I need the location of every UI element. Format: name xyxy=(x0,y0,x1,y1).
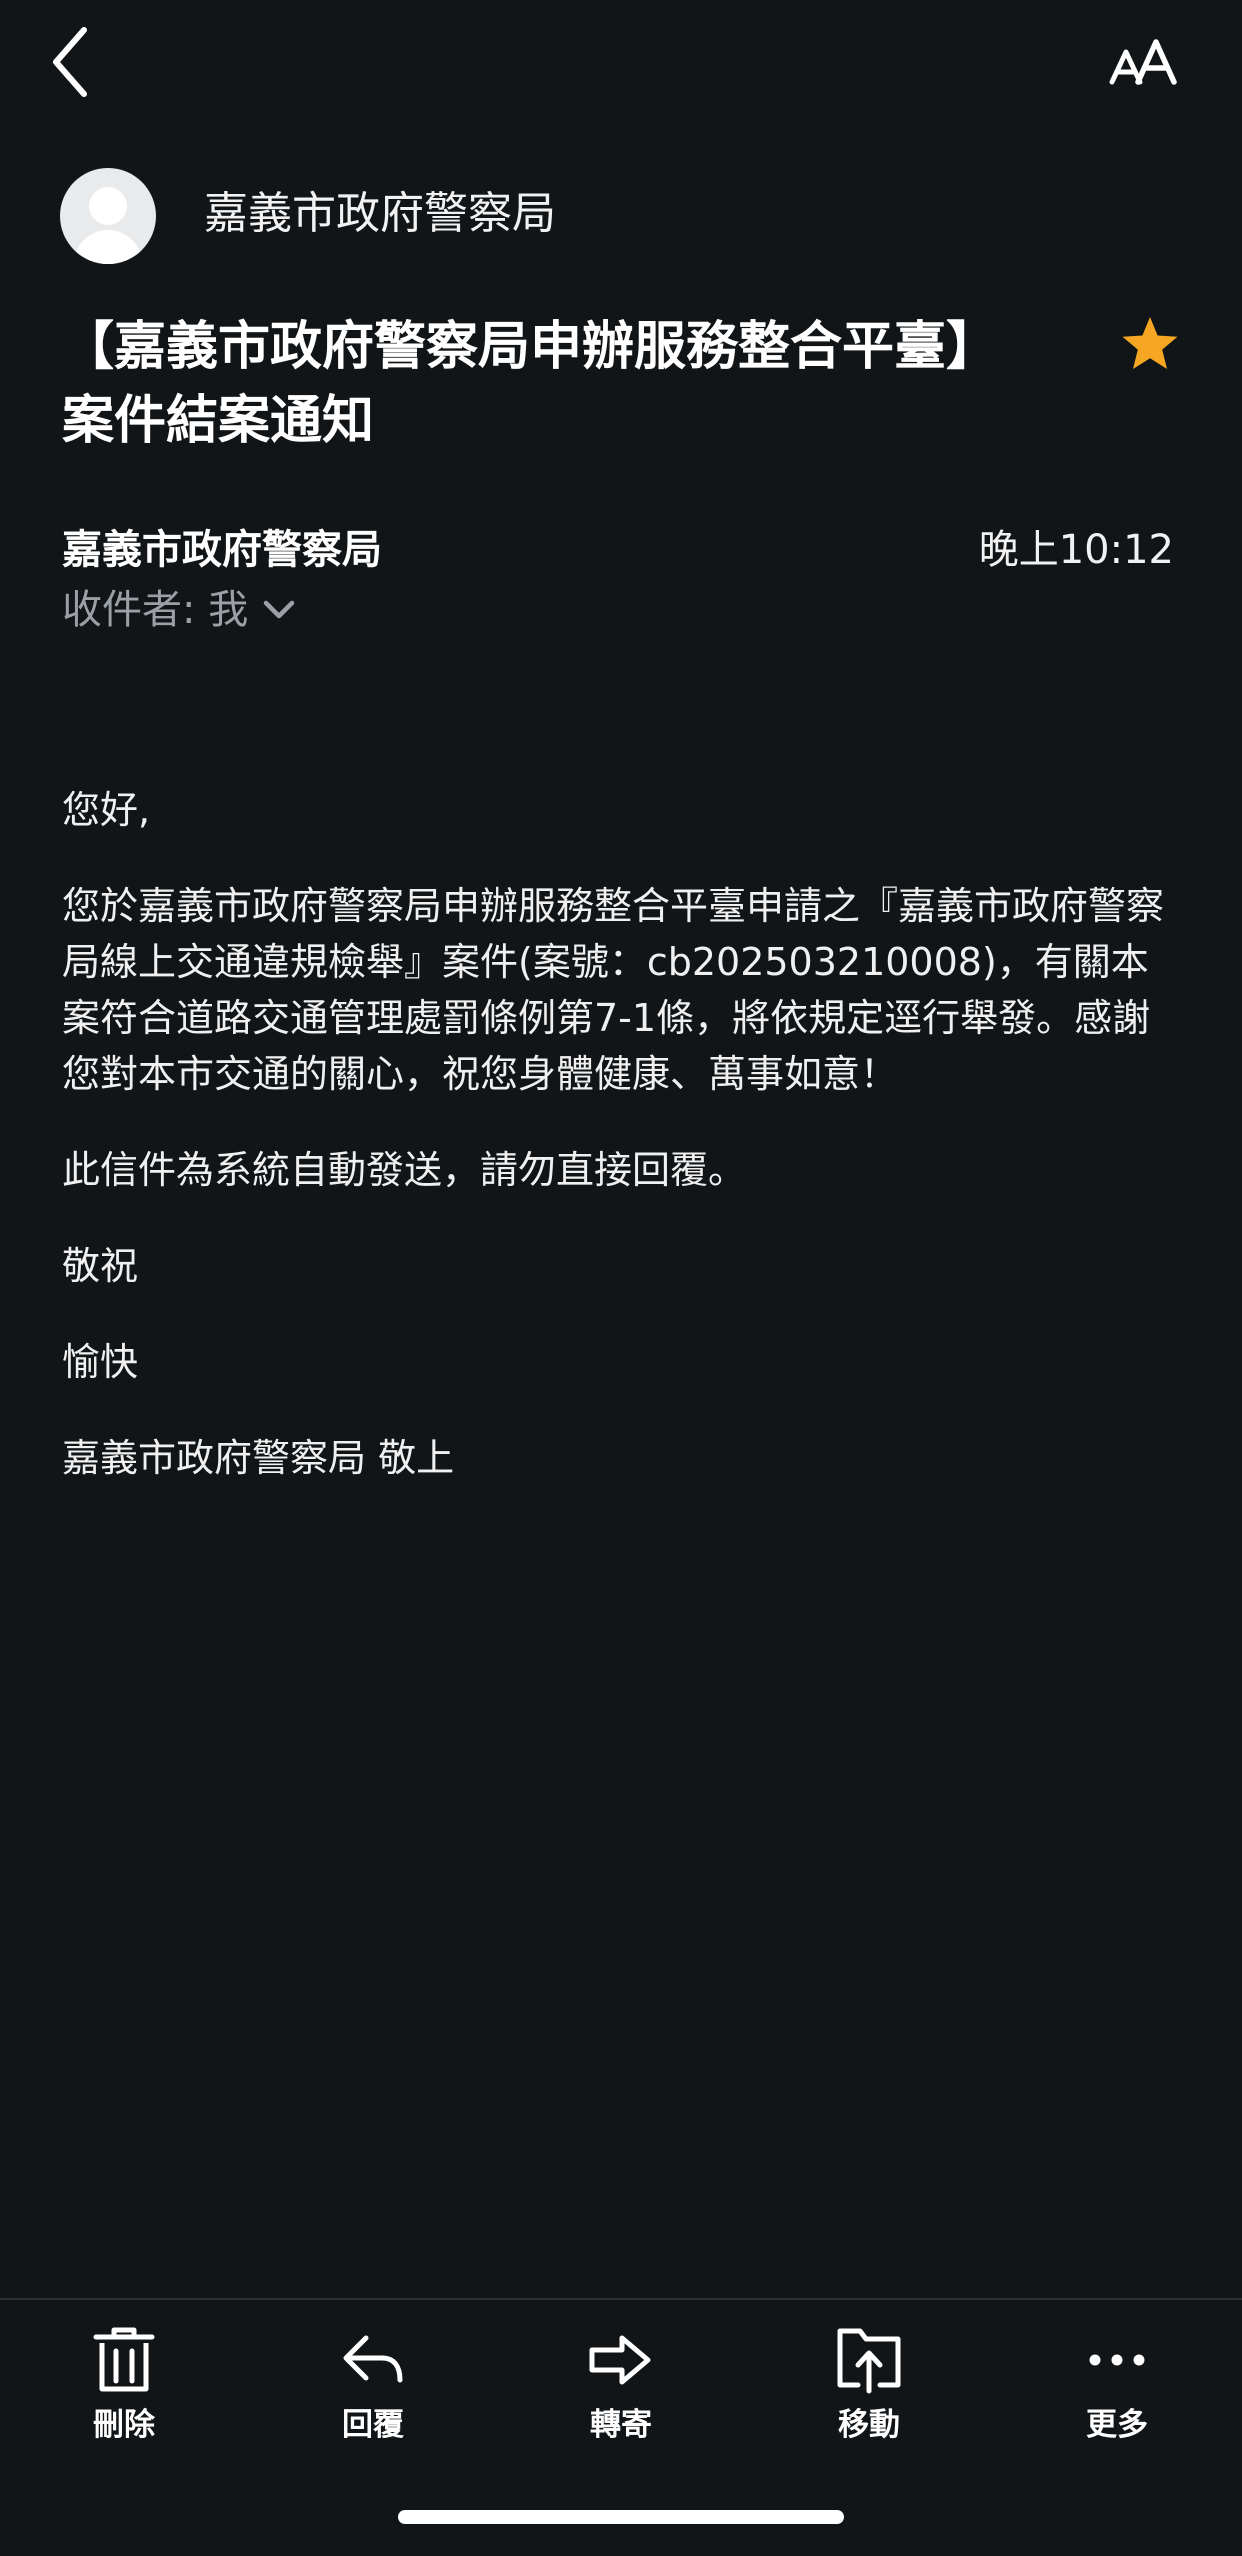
more-icon xyxy=(1089,2354,1145,2366)
chevron-left-icon xyxy=(53,27,87,97)
received-time: 晚上10:12 xyxy=(978,527,1174,573)
delete-label: 刪除 xyxy=(93,2407,155,2443)
body-greeting: 您好, xyxy=(62,788,151,832)
body-closing-2: 愉快 xyxy=(62,1340,139,1384)
person-icon xyxy=(74,187,142,264)
back-button[interactable] xyxy=(40,22,100,102)
move-label: 移動 xyxy=(838,2407,900,2443)
move-folder-icon xyxy=(837,2328,901,2394)
from-name: 嘉義市政府警察局 xyxy=(62,527,382,573)
sender-header-name: 嘉義市政府警察局 xyxy=(204,188,556,239)
body-signature: 嘉義市政府警察局 敬上 xyxy=(62,1436,455,1480)
toolbar-divider xyxy=(0,2298,1242,2300)
forward-icon xyxy=(589,2335,651,2385)
email-body: 您好, 您於嘉義市政府警察局申辦服務整合平臺申請之『嘉義市政府警察局線上交通違規… xyxy=(62,782,1182,1526)
forward-button[interactable]: 轉寄 xyxy=(541,2320,701,2450)
reply-icon xyxy=(343,2335,403,2383)
reply-label: 回覆 xyxy=(342,2407,404,2443)
email-subject: 【嘉義市政府警察局申辦服務整合平臺】 案件結案通知 xyxy=(62,310,1062,458)
body-notice: 此信件為系統自動發送，請勿直接回覆。 xyxy=(62,1148,747,1192)
star-button[interactable] xyxy=(1120,314,1180,374)
reply-button[interactable]: 回覆 xyxy=(293,2320,453,2450)
body-closing-1: 敬祝 xyxy=(62,1244,139,1288)
star-icon xyxy=(1122,317,1178,369)
move-button[interactable]: 移動 xyxy=(789,2320,949,2450)
more-label: 更多 xyxy=(1086,2407,1148,2443)
more-button[interactable]: 更多 xyxy=(1037,2320,1197,2450)
forward-label: 轉寄 xyxy=(590,2407,652,2443)
delete-button[interactable]: 刪除 xyxy=(44,2320,204,2450)
body-paragraph: 您於嘉義市政府警察局申辦服務整合平臺申請之『嘉義市政府警察局線上交通違規檢舉』案… xyxy=(62,884,1165,1096)
text-size-icon xyxy=(1109,39,1177,85)
avatar xyxy=(60,168,156,264)
subject-line-1: 【嘉義市政府警察局申辦服務整合平臺】 xyxy=(62,317,999,377)
recipient-toggle[interactable]: 收件者: 我 xyxy=(62,580,296,640)
chevron-down-icon xyxy=(263,600,295,619)
subject-line-2: 案件結案通知 xyxy=(62,391,375,451)
home-indicator[interactable] xyxy=(398,2510,844,2524)
text-size-button[interactable] xyxy=(1100,30,1190,100)
trash-icon xyxy=(93,2327,155,2392)
recipient-label: 收件者: 我 xyxy=(62,587,249,633)
